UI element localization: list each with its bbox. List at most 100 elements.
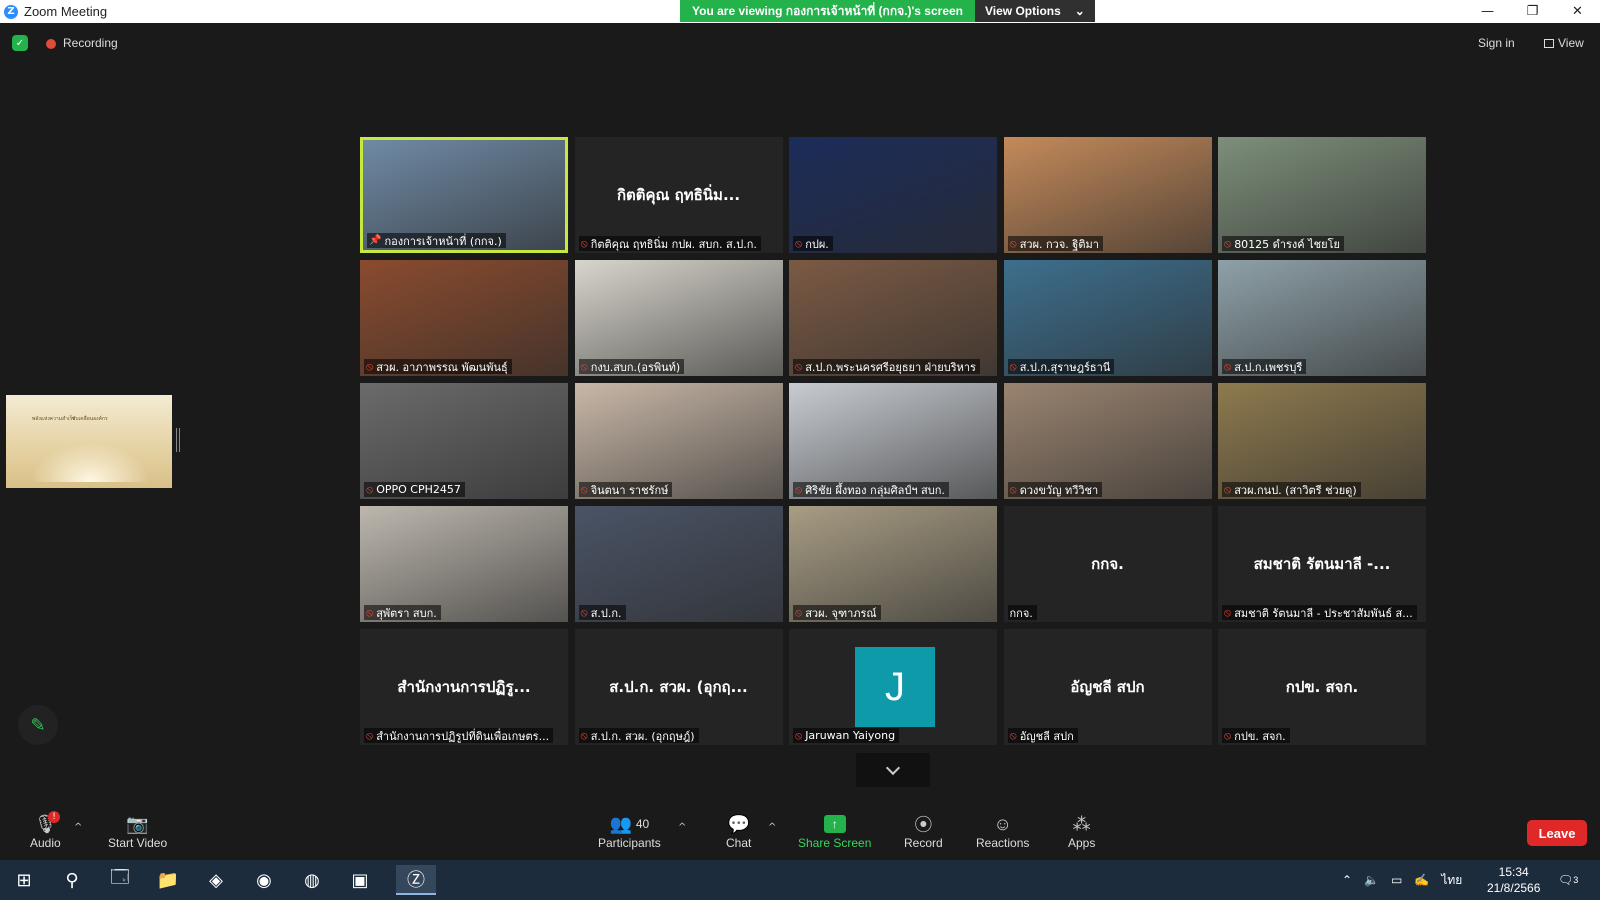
file-manager-icon[interactable]: 🗔 xyxy=(100,865,140,895)
microphone-muted-icon: ⦸ xyxy=(366,728,374,742)
participant-name-label: ⦸ กปผ. xyxy=(793,236,833,251)
participant-tile[interactable]: ⦸ ส.ป.ก. xyxy=(574,506,783,622)
windows-start-icon[interactable]: ⊞ xyxy=(4,865,44,895)
meeting-toolbar: 🎙 Audio ! ^ 📷 Start Video 👥 40 Participan… xyxy=(0,800,1600,860)
microphone-muted-icon: ⦸ xyxy=(580,728,588,742)
volume-icon[interactable]: 🔈 xyxy=(1364,873,1379,887)
participant-tile[interactable]: ⦸ ศิริชัย ผึ้งทอง กลุ่มศิลป์ฯ สบก. xyxy=(789,383,997,499)
participant-name: ส.ป.ก. สวผ. (อุกฤษฎ์) xyxy=(590,729,695,743)
network-icon[interactable]: ▭ xyxy=(1391,873,1402,887)
participant-name: กปผ. xyxy=(805,237,829,251)
participant-tile[interactable]: ⦸ ส.ป.ก.สุราษฎร์ธานี xyxy=(1003,260,1212,376)
restore-button[interactable]: ❐ xyxy=(1510,0,1555,23)
microphone-muted-icon: ⦸ xyxy=(795,482,803,496)
view-options-button[interactable]: View Options ⌄ xyxy=(975,0,1095,22)
microphone-muted-icon: ⦸ xyxy=(1009,482,1017,496)
audio-options-caret[interactable]: ^ xyxy=(74,822,82,833)
microphone-muted-icon: ⦸ xyxy=(366,359,374,373)
participant-tile[interactable]: ⦸ 80125 ดำรงค์ ไชยโย xyxy=(1218,137,1426,253)
view-button[interactable]: View xyxy=(1544,36,1584,50)
thumbnail-resize-handle[interactable] xyxy=(176,428,180,452)
clock[interactable]: 15:34 21/8/2566 xyxy=(1487,864,1540,896)
chevron-down-icon: ⌄ xyxy=(1074,4,1085,18)
edge-icon[interactable]: ◉ xyxy=(244,865,284,895)
minimize-button[interactable]: — xyxy=(1465,0,1510,23)
participant-name-label: ⦸ สำนักงานการปฏิรูปที่ดินเพื่อเกษตร... xyxy=(364,728,554,743)
participant-tile[interactable]: ⦸ ดวงขวัญ ทวีวิชา xyxy=(1003,383,1212,499)
participant-tile[interactable]: สมชาติ รัตนมาลี -... ⦸ สมชาติ รัตนมาลี - ป… xyxy=(1218,506,1426,622)
participant-name: ส.ป.ก.สุราษฎร์ธานี xyxy=(1019,360,1111,374)
system-tray: ⌃ 🔈 ▭ ✍ ไทย xyxy=(1342,860,1462,900)
participant-tile[interactable]: ⦸ สวผ. จุฑาภรณ์ xyxy=(789,506,997,622)
search-icon[interactable]: ⚲ xyxy=(52,865,92,895)
zoom-logo-icon: Z xyxy=(4,4,18,19)
leave-button[interactable]: Leave xyxy=(1527,820,1587,846)
language-indicator[interactable]: ไทย xyxy=(1441,871,1462,890)
participant-name-label: ⦸ ส.ป.ก.สุราษฎร์ธานี xyxy=(1007,359,1115,374)
apps-icon: ⁂ xyxy=(1072,813,1091,834)
participant-name-label: ⦸ ส.ป.ก.พระนครศรีอยุธยา ฝ่ายบริหาร xyxy=(793,359,980,374)
participant-tile[interactable]: ⦸ OPPO CPH2457 xyxy=(360,383,568,499)
sign-in-link[interactable]: Sign in xyxy=(1478,36,1515,50)
copilot-icon[interactable]: ◈ xyxy=(196,865,236,895)
share-banner: You are viewing กองการเจ้าหน้าที่ (กกจ.)… xyxy=(680,0,1095,22)
participant-name: สวผ.กนป. (สาวิตรี ช่วยดู) xyxy=(1234,483,1357,497)
notification-button[interactable]: 🗨 3 xyxy=(1558,860,1578,900)
chat-button[interactable]: 💬 Chat xyxy=(726,812,751,851)
participant-tile[interactable]: สำนักงานการปฏิรู... ⦸ สำนักงานการปฏิรูปที่… xyxy=(360,629,568,745)
notification-count: 3 xyxy=(1573,875,1579,885)
share-screen-button[interactable]: ↑ Share Screen xyxy=(798,812,871,850)
chat-options-caret[interactable]: ^ xyxy=(768,822,776,833)
pen-icon[interactable]: ✍ xyxy=(1414,873,1429,887)
participant-name: ดวงขวัญ ทวีวิชา xyxy=(1019,483,1099,497)
participants-options-caret[interactable]: ^ xyxy=(678,822,686,833)
apps-button[interactable]: ⁂ Apps xyxy=(1068,812,1095,851)
participant-name: ส.ป.ก.พระนครศรีอยุธยา ฝ่ายบริหาร xyxy=(805,360,976,374)
scroll-down-button[interactable] xyxy=(856,753,930,787)
participants-button[interactable]: 👥 40 Participants xyxy=(598,812,661,851)
zoom-taskbar-icon[interactable]: Ⓩ xyxy=(396,865,436,895)
participant-tile[interactable]: กิตติคุณ ฤทธินิ่ม... ⦸ กิตติคุณ ฤทธินิ่ม ก… xyxy=(574,137,783,253)
participant-name-label: ⦸ ส.ป.ก.เพชรบุรี xyxy=(1222,359,1307,374)
participant-tile[interactable]: กปข. สจก. ⦸ กปข. สจก. xyxy=(1218,629,1426,745)
participant-tile[interactable]: อัญชลี สปก ⦸ อัญชลี สปก xyxy=(1003,629,1212,745)
folder-icon[interactable]: 📁 xyxy=(148,865,188,895)
participant-tile[interactable]: ⦸ ส.ป.ก.เพชรบุรี xyxy=(1218,260,1426,376)
avatar: J xyxy=(855,647,935,727)
chrome-icon[interactable]: ◍ xyxy=(292,865,332,895)
participant-tile[interactable]: ⦸ กงบ.สบก.(อรพินท์) xyxy=(574,260,783,376)
participant-tile[interactable]: ⦸ สวผ. กวจ. ฐิติมา xyxy=(1003,137,1212,253)
participant-name: สำนักงานการปฏิรูปที่ดินเพื่อเกษตร... xyxy=(376,729,550,743)
close-button[interactable]: ✕ xyxy=(1555,0,1600,23)
participant-display-name: สำนักงานการปฏิรู... xyxy=(397,678,531,696)
reactions-button[interactable]: ☺ Reactions xyxy=(976,812,1029,851)
participant-tile[interactable]: ⦸ สุพัตรา สบก. xyxy=(360,506,568,622)
pencil-icon[interactable]: ✎ xyxy=(18,705,58,745)
participant-name: สวผ. จุฑาภรณ์ xyxy=(805,606,877,620)
participant-tile[interactable]: ⦸ สวผ. อาภาพรรณ พัฒนพันธุ์ xyxy=(360,260,568,376)
participant-tile[interactable]: กกจ. กกจ. xyxy=(1003,506,1212,622)
participant-tile[interactable]: 📌 กองการเจ้าหน้าที่ (กกจ.) xyxy=(360,137,568,253)
record-button[interactable]: ⦿ Record xyxy=(904,812,943,850)
participant-tile[interactable]: J ⦸ Jaruwan Yaiyong xyxy=(789,629,997,745)
share-banner-text: You are viewing กองการเจ้าหน้าที่ (กกจ.)… xyxy=(680,0,975,22)
title-bar: Z Zoom Meeting You are viewing กองการเจ้… xyxy=(0,0,1600,23)
participant-tile[interactable]: ส.ป.ก. สวผ. (อุกฤ... ⦸ ส.ป.ก. สวผ. (อุกฤษฎ… xyxy=(574,629,783,745)
participant-tile[interactable]: ⦸ สวผ.กนป. (สาวิตรี ช่วยดู) xyxy=(1218,383,1426,499)
shield-icon[interactable]: ✓ xyxy=(12,35,28,51)
participant-tile[interactable]: ⦸ กปผ. xyxy=(789,137,997,253)
participant-name-label: ⦸ สวผ. กวจ. ฐิติมา xyxy=(1007,236,1103,251)
window-controls: — ❐ ✕ xyxy=(1465,0,1600,23)
participant-name-label: ⦸ ดวงขวัญ ทวีวิชา xyxy=(1007,482,1103,497)
recording-label[interactable]: Recording xyxy=(63,36,118,50)
shared-screen-thumbnail[interactable]: พลังแห่งความสำเร็จ ขับเคลื่อนองค์กร xyxy=(6,395,172,488)
line-icon[interactable]: ▣ xyxy=(340,865,380,895)
microphone-muted-icon: ⦸ xyxy=(1009,728,1017,742)
chevron-up-icon[interactable]: ⌃ xyxy=(1342,873,1352,887)
participant-display-name: ส.ป.ก. สวผ. (อุกฤ... xyxy=(609,678,748,696)
participant-name: จินตนา ราชรักษ์ xyxy=(590,483,669,497)
view-label: View xyxy=(1558,36,1584,50)
participant-tile[interactable]: ⦸ ส.ป.ก.พระนครศรีอยุธยา ฝ่ายบริหาร xyxy=(789,260,997,376)
participant-tile[interactable]: ⦸ จินตนา ราชรักษ์ xyxy=(574,383,783,499)
start-video-button[interactable]: 📷 Start Video xyxy=(108,812,167,851)
